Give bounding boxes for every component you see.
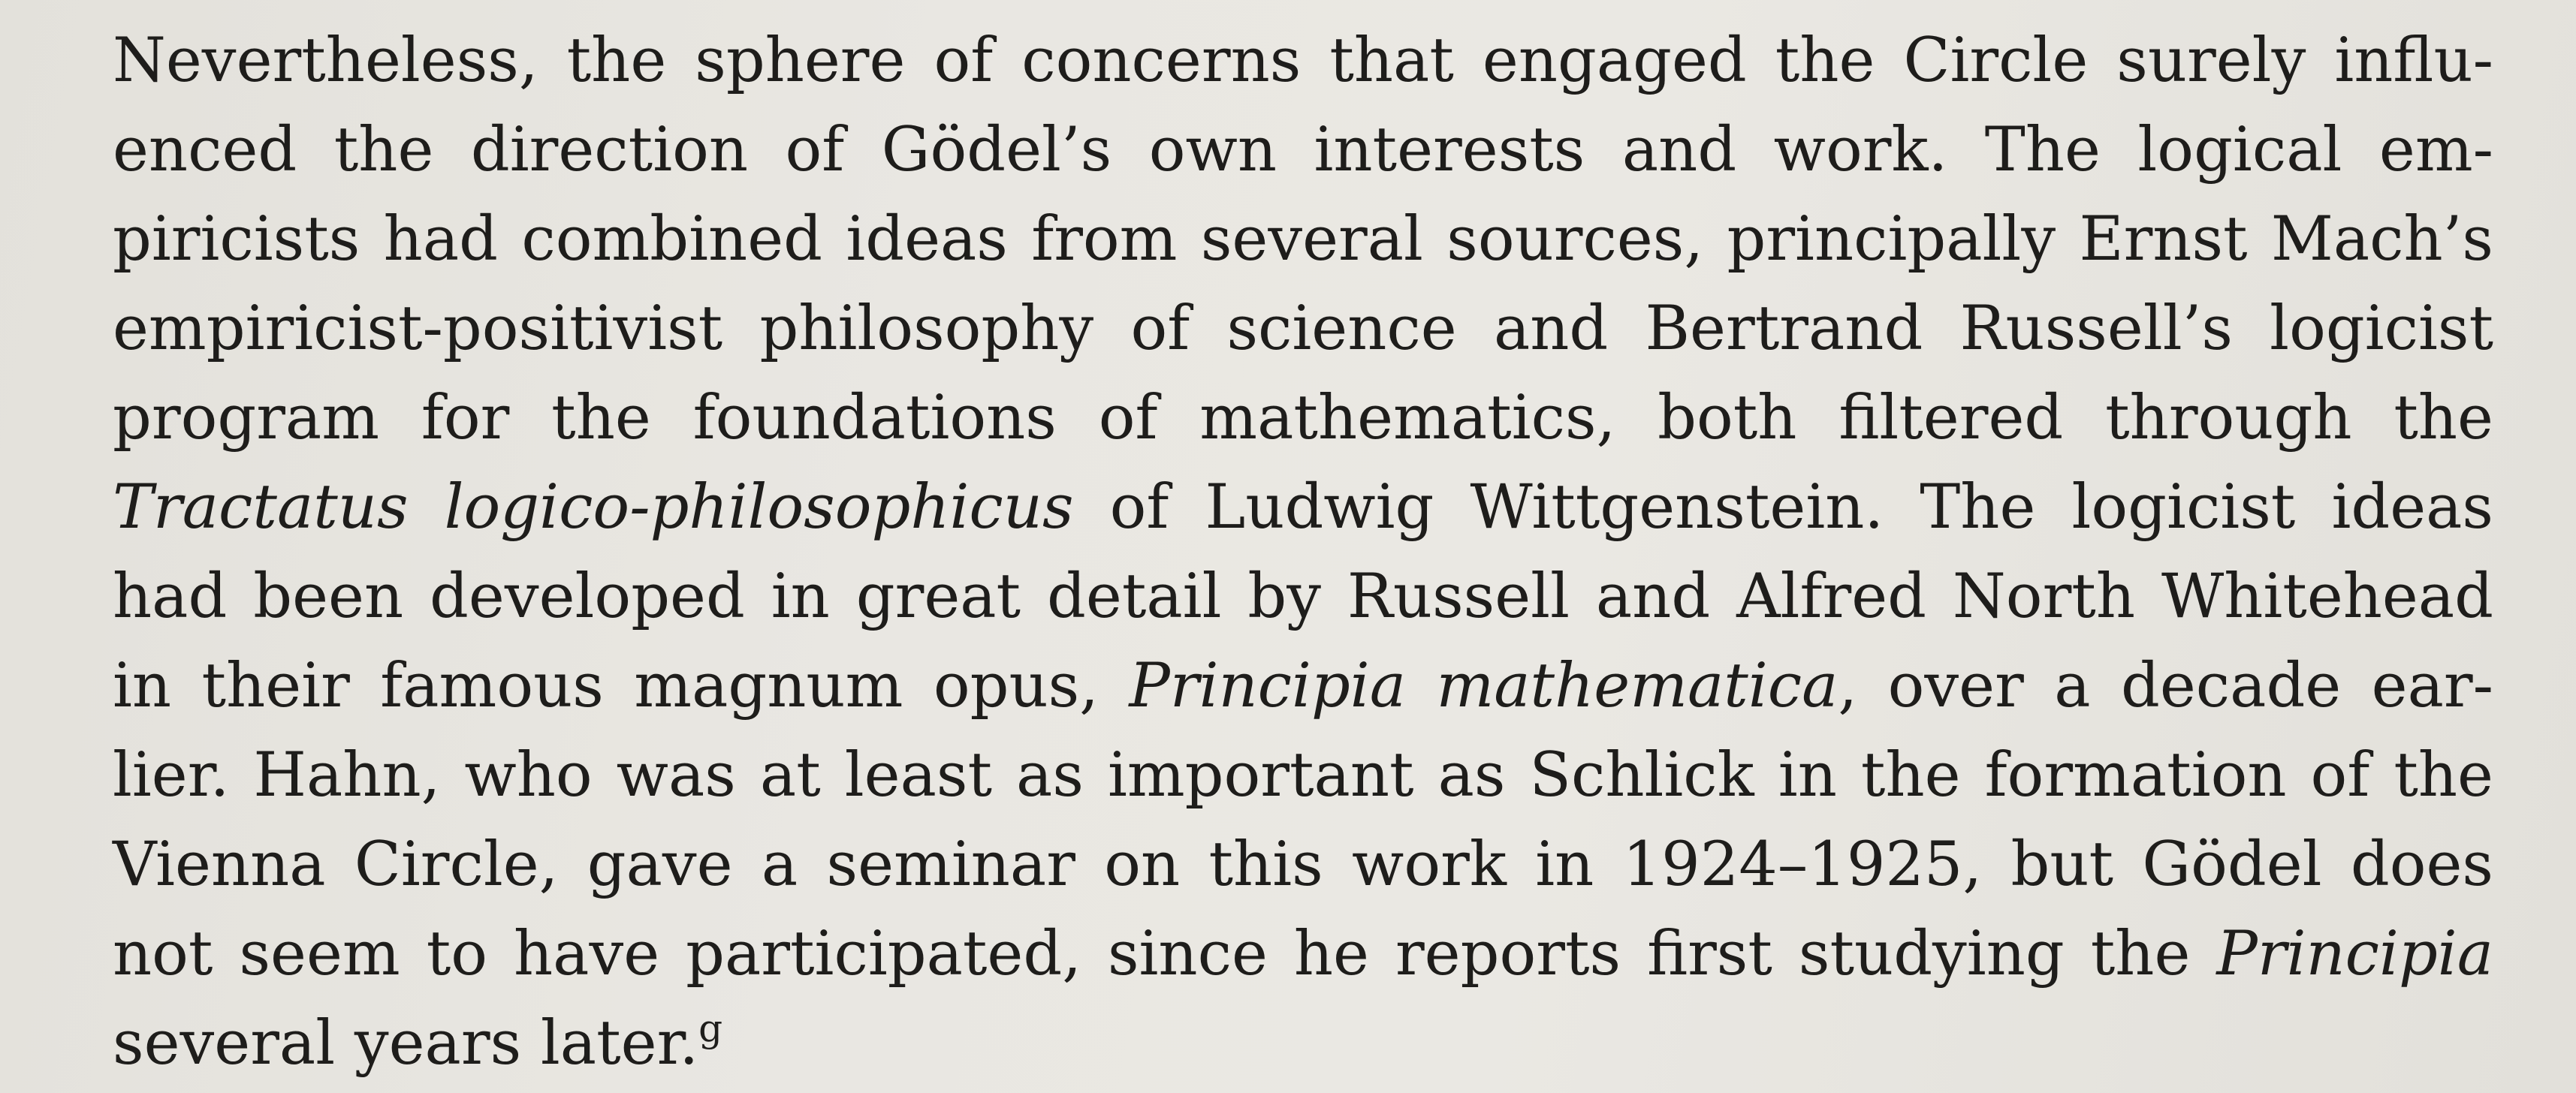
book-page: Nevertheless, the sphere of concerns tha… xyxy=(0,0,2576,1093)
text-line: lier. Hahn, who was at least as importan… xyxy=(113,731,2493,821)
line-text: piricists had combined ideas from severa… xyxy=(113,204,2493,275)
footnote-marker: g xyxy=(698,1007,723,1050)
text-line: Tractatus logico-philosophicus of Ludwig… xyxy=(113,463,2493,553)
text-line: had been developed in great detail by Ru… xyxy=(113,553,2493,642)
text-line: in their famous magnum opus, Principia m… xyxy=(113,642,2493,731)
text-line: piricists had combined ideas from severa… xyxy=(113,195,2493,285)
line-text: several years later. xyxy=(113,1008,699,1079)
line-text: of Ludwig Wittgenstein. The logicist ide… xyxy=(1073,472,2493,543)
line-text: had been developed in great detail by Ru… xyxy=(113,562,2493,632)
line-text: not seem to have participated, since he … xyxy=(113,919,2217,989)
body-paragraph: Nevertheless, the sphere of concerns tha… xyxy=(113,17,2493,1088)
line-text: , over a decade ear- xyxy=(1838,651,2493,721)
line-text: program for the foundations of mathemati… xyxy=(113,383,2493,453)
text-line: empiricist-positivist philosophy of scie… xyxy=(113,285,2493,374)
italic-title: Tractatus logico-philosophicus xyxy=(113,472,1074,543)
text-line: Nevertheless, the sphere of concerns tha… xyxy=(113,17,2493,106)
line-text: empiricist-positivist philosophy of scie… xyxy=(113,294,2493,364)
line-text: lier. Hahn, who was at least as importan… xyxy=(113,740,2493,811)
text-line: program for the foundations of mathemati… xyxy=(113,374,2493,463)
line-text: in their famous magnum opus, xyxy=(113,651,1130,721)
text-line: several years later.g xyxy=(113,999,2493,1088)
line-text: enced the direction of Gödel’s own inter… xyxy=(113,115,2493,185)
line-text: Vienna Circle, gave a seminar on this wo… xyxy=(113,830,2493,900)
text-line: enced the direction of Gödel’s own inter… xyxy=(113,106,2493,195)
text-line: Vienna Circle, gave a seminar on this wo… xyxy=(113,821,2493,910)
line-text: Nevertheless, the sphere of concerns tha… xyxy=(113,26,2493,96)
text-line: not seem to have participated, since he … xyxy=(113,910,2493,999)
italic-title: Principia mathematica xyxy=(1129,651,1838,721)
italic-title: Principia xyxy=(2216,919,2493,989)
